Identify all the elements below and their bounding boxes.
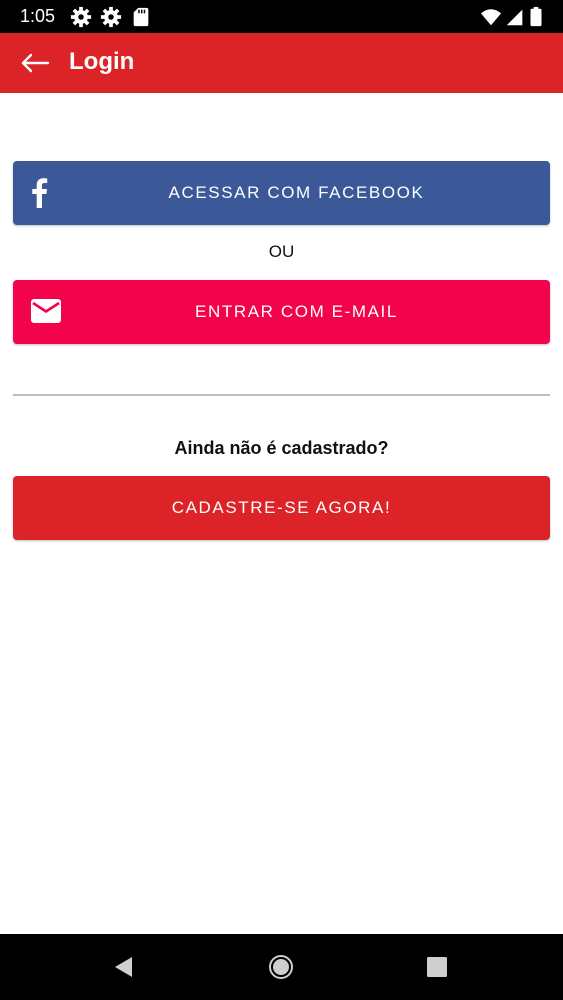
facebook-login-button[interactable]: ACESSAR COM FACEBOOK <box>13 161 550 225</box>
back-triangle-icon[interactable] <box>111 954 137 980</box>
settings-icon <box>100 6 122 28</box>
email-login-label: ENTRAR COM E-MAIL <box>195 302 398 321</box>
status-time: 1:05 <box>20 6 56 26</box>
signup-prompt: Ainda não é cadastrado? <box>174 438 389 458</box>
app-bar: Login <box>0 33 563 93</box>
page-title: Login <box>69 48 135 75</box>
back-button[interactable] <box>10 41 60 85</box>
email-login-button[interactable]: ENTRAR COM E-MAIL <box>13 280 550 344</box>
divider <box>13 394 550 396</box>
signup-button[interactable]: CADASTRE-SE AGORA! <box>13 476 550 540</box>
home-circle-icon[interactable] <box>268 954 294 980</box>
or-separator: OU <box>268 242 295 261</box>
arrow-left-icon <box>21 53 50 73</box>
sd-card-icon <box>133 7 149 27</box>
cellular-signal-icon <box>506 9 523 26</box>
facebook-login-label: ACESSAR COM FACEBOOK <box>168 183 425 202</box>
recents-square-icon[interactable] <box>424 954 450 980</box>
battery-icon <box>530 6 542 27</box>
settings-icon <box>70 6 92 28</box>
signup-label: CADASTRE-SE AGORA! <box>171 498 392 517</box>
status-bar: 1:05 <box>0 0 563 33</box>
navigation-bar <box>0 934 563 1000</box>
wifi-icon <box>480 9 502 26</box>
